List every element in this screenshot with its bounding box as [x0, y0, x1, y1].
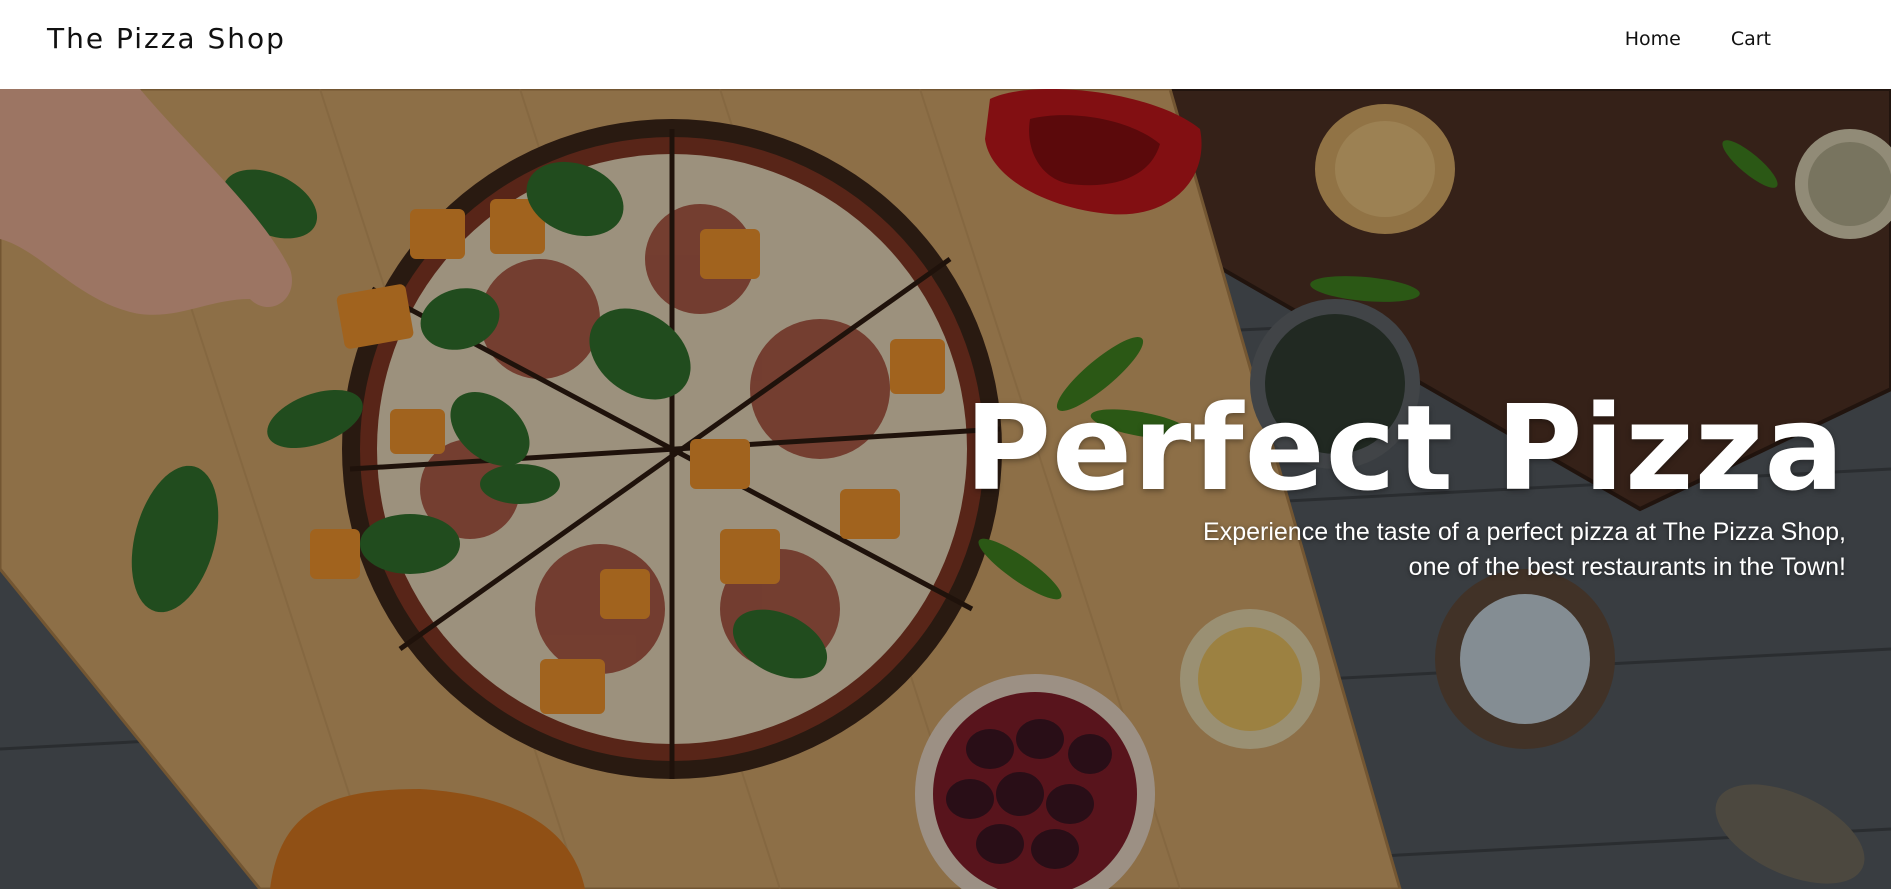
hero-subtitle: Experience the taste of a perfect pizza …	[946, 515, 1846, 585]
hero-title: Perfect Pizza	[964, 379, 1845, 517]
nav-links: Home Cart	[1625, 28, 1771, 50]
nav-link-cart[interactable]: Cart	[1731, 28, 1771, 50]
hero-banner: Perfect Pizza Experience the taste of a …	[0, 89, 1891, 889]
nav-link-home[interactable]: Home	[1625, 28, 1681, 50]
brand-logo-link[interactable]: The Pizza Shop	[47, 22, 286, 55]
hero-subtitle-line-2: one of the best restaurants in the Town!	[1408, 553, 1846, 581]
top-navbar: The Pizza Shop Home Cart	[0, 0, 1891, 89]
hero-subtitle-line-1: Experience the taste of a perfect pizza …	[1203, 518, 1846, 546]
